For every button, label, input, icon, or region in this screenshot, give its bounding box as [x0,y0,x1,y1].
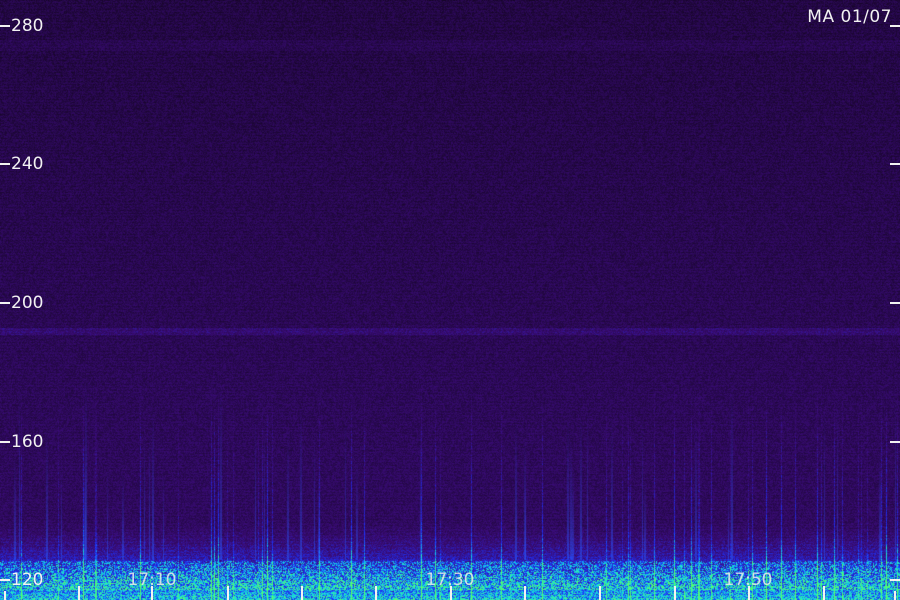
right-tick-mark [890,163,900,165]
y-tick-mark [0,579,10,581]
y-tick-label: 240 [11,154,44,174]
y-tick-240: 240 [0,154,43,174]
x-tick-mark [748,586,750,600]
x-tick-mark [894,591,896,600]
y-tick-mark [0,163,10,165]
y-tick-160: 160 [0,432,43,452]
right-tick-mark [890,441,900,443]
x-tick-mark [151,586,153,600]
x-tick-mark [301,586,303,600]
y-tick-mark [0,441,10,443]
x-tick-mark [674,586,676,600]
y-tick-mark [0,25,10,27]
y-tick-mark [0,302,10,304]
spectrogram-image [0,0,900,600]
right-tick-mark [890,25,900,27]
x-tick-mark [4,591,6,600]
y-tick-label: 280 [11,16,44,36]
x-tick-mark [375,586,377,600]
station-date-label: MA 01/07 [807,7,892,27]
y-tick-200: 200 [0,293,43,313]
y-tick-280: 280 [0,16,43,36]
right-tick-mark [890,579,900,581]
x-tick-mark [823,586,825,600]
y-tick-label: 200 [11,293,44,313]
x-tick-mark [78,586,80,600]
x-tick-mark [227,586,229,600]
y-tick-label: 120 [11,570,44,590]
x-tick-mark [599,586,601,600]
right-tick-mark [890,302,900,304]
y-tick-label: 160 [11,432,44,452]
y-tick-120: 120 [0,570,43,590]
x-tick-mark [524,586,526,600]
x-tick-mark [450,586,452,600]
spectrogram-viewer: MA 01/07 280 240 200 160 120 17:10 17:30… [0,0,900,600]
